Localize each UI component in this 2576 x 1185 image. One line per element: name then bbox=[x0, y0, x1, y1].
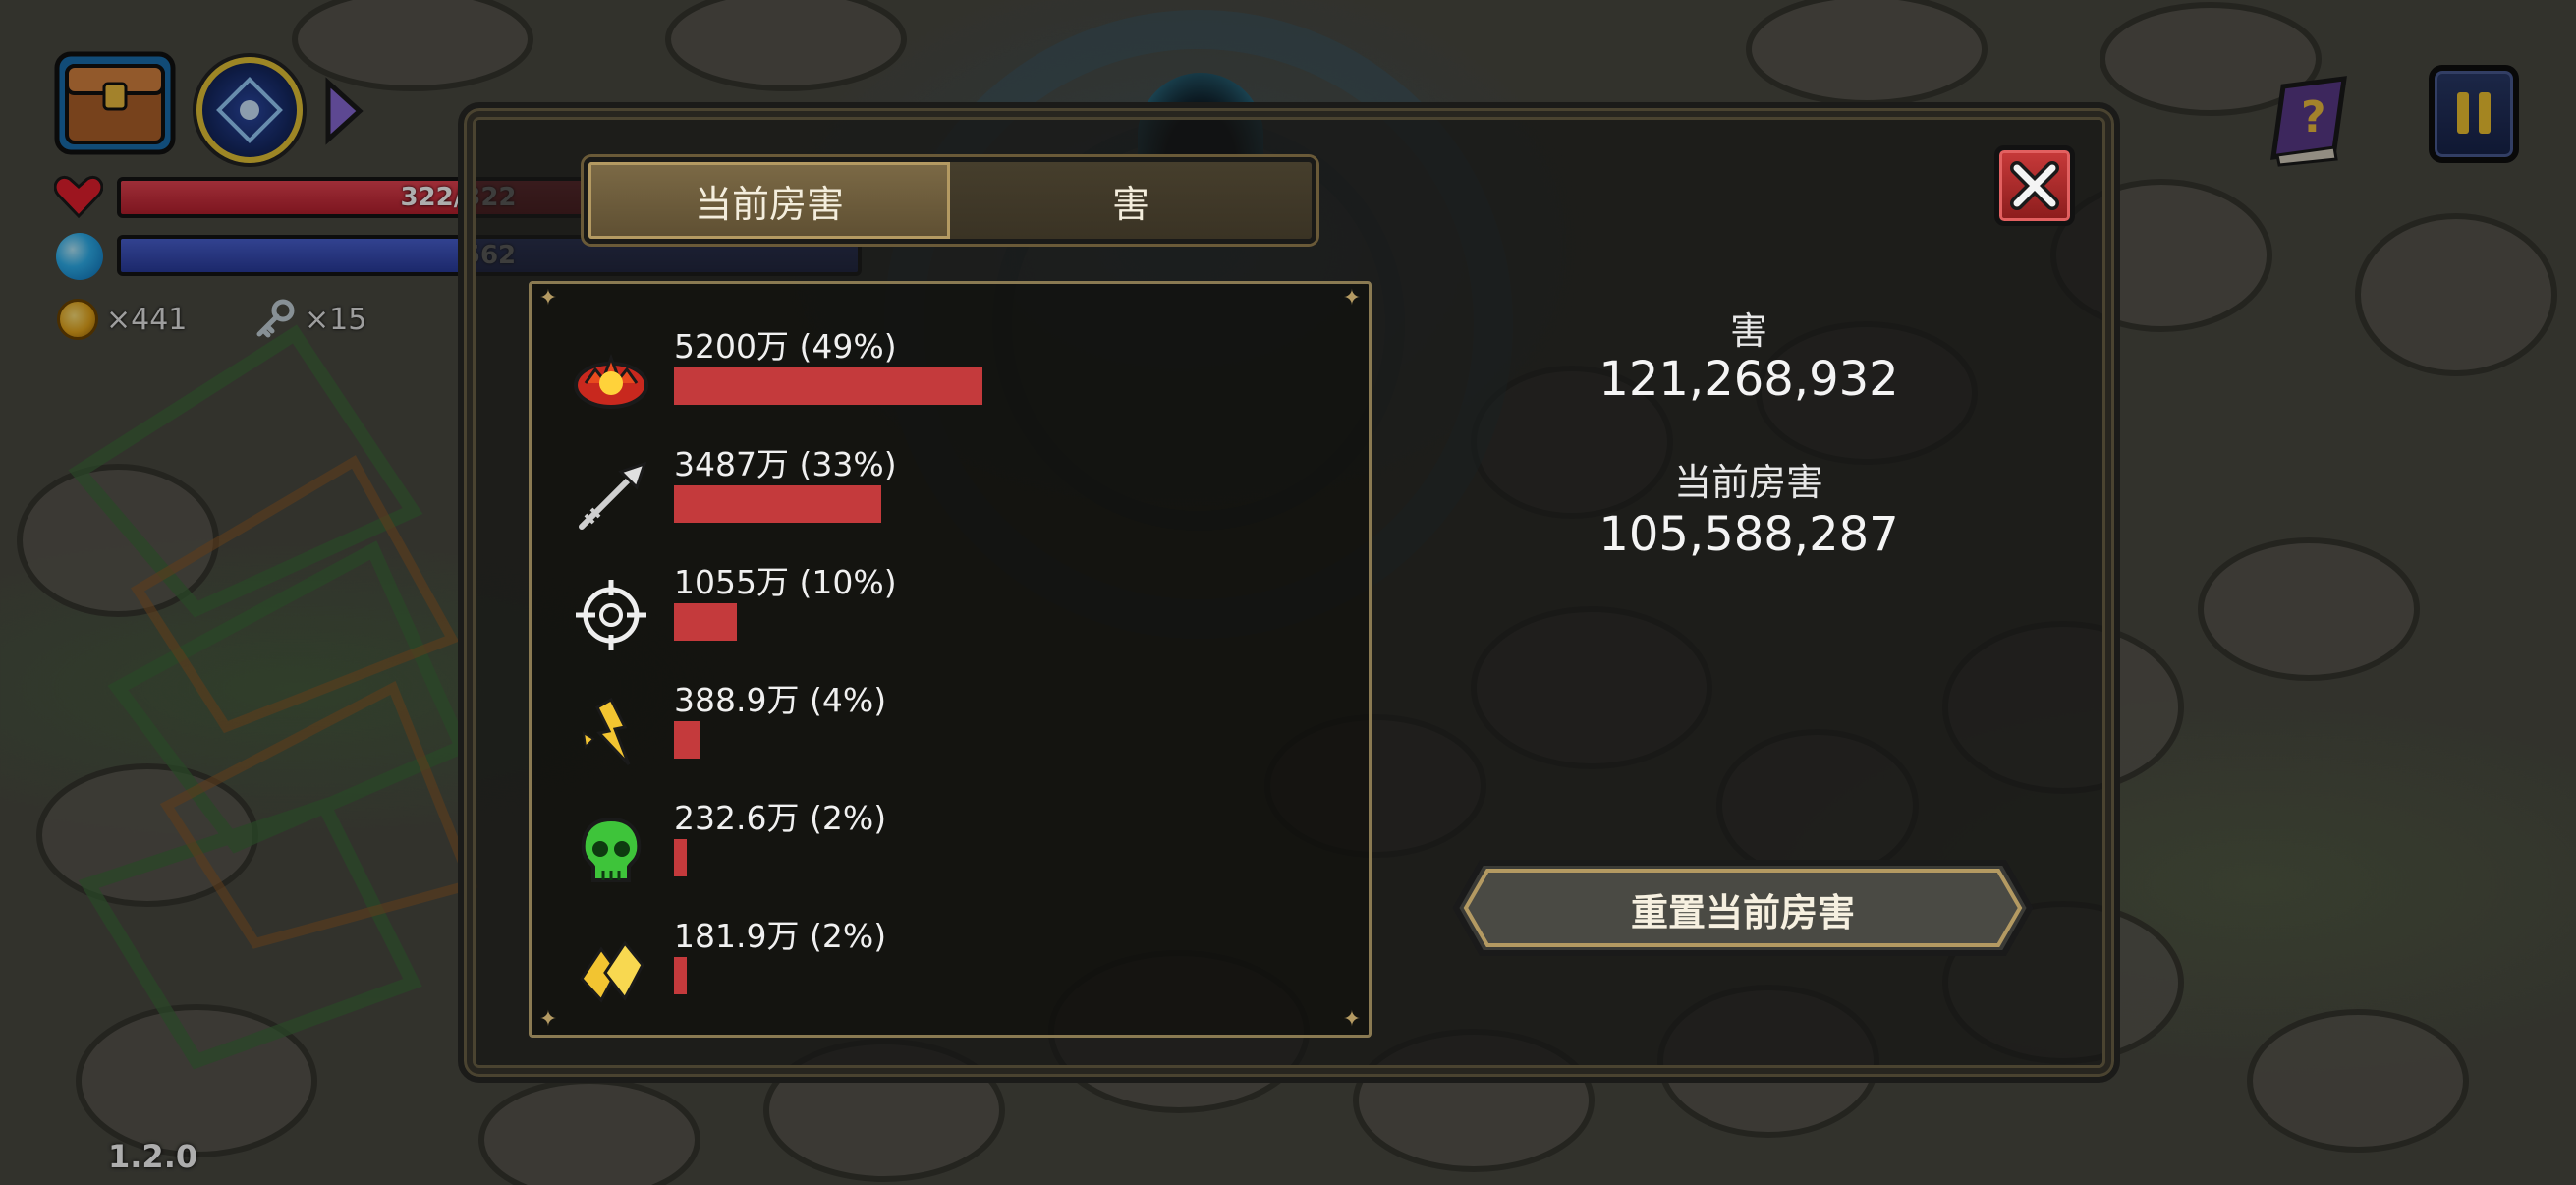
fire-explosion-icon bbox=[574, 353, 648, 409]
tab-total[interactable]: 害 bbox=[950, 162, 1312, 239]
damage-bar bbox=[674, 957, 687, 994]
room-damage-label: 当前房害 bbox=[1673, 461, 1823, 504]
reset-room-damage-button[interactable]: 重置当前房害 bbox=[1452, 859, 2034, 957]
damage-row: 181.9万 (2%) bbox=[562, 910, 1250, 1018]
damage-bar bbox=[674, 721, 700, 759]
damage-bar bbox=[674, 485, 881, 523]
reset-button-label: 重置当前房害 bbox=[1630, 891, 1855, 934]
damage-label: 232.6万 (2%) bbox=[674, 799, 887, 837]
corner-ornament: ✦ bbox=[1342, 286, 1362, 310]
room-damage-value: 105,588,287 bbox=[1598, 507, 1899, 562]
damage-label: 3487万 (33%) bbox=[674, 445, 897, 483]
damage-row: 3487万 (33%) bbox=[562, 438, 1250, 546]
lightning-shard-icon bbox=[582, 697, 631, 766]
target-crosshair-icon bbox=[576, 580, 646, 650]
damage-row: 1055万 (10%) bbox=[562, 556, 1250, 664]
damage-label: 5200万 (49%) bbox=[674, 327, 897, 366]
close-icon bbox=[2010, 161, 2059, 210]
corner-ornament: ✦ bbox=[538, 286, 558, 310]
corner-ornament: ✦ bbox=[1342, 1007, 1362, 1032]
damage-bar bbox=[674, 839, 687, 876]
corner-ornament: ✦ bbox=[538, 1007, 558, 1032]
damage-tabs: 当前房害 害 bbox=[584, 157, 1316, 244]
tab-current-room[interactable]: 当前房害 bbox=[588, 162, 950, 239]
green-skull-icon bbox=[581, 817, 642, 882]
damage-row: 5200万 (49%) bbox=[562, 320, 1250, 428]
damage-bar bbox=[674, 603, 737, 641]
damage-row: 388.9万 (4%) bbox=[562, 674, 1250, 782]
damage-label: 1055万 (10%) bbox=[674, 563, 897, 601]
damage-row: 232.6万 (2%) bbox=[562, 792, 1250, 900]
damage-label: 181.9万 (2%) bbox=[674, 917, 887, 955]
total-damage-value: 121,268,932 bbox=[1598, 352, 1899, 407]
gold-crystal-icon bbox=[580, 940, 644, 1003]
arrow-spear-icon bbox=[579, 461, 647, 530]
damage-bar bbox=[674, 367, 982, 405]
close-button[interactable] bbox=[1994, 145, 2075, 226]
damage-label: 388.9万 (4%) bbox=[674, 681, 887, 719]
total-damage-label: 害 bbox=[1729, 310, 1767, 353]
